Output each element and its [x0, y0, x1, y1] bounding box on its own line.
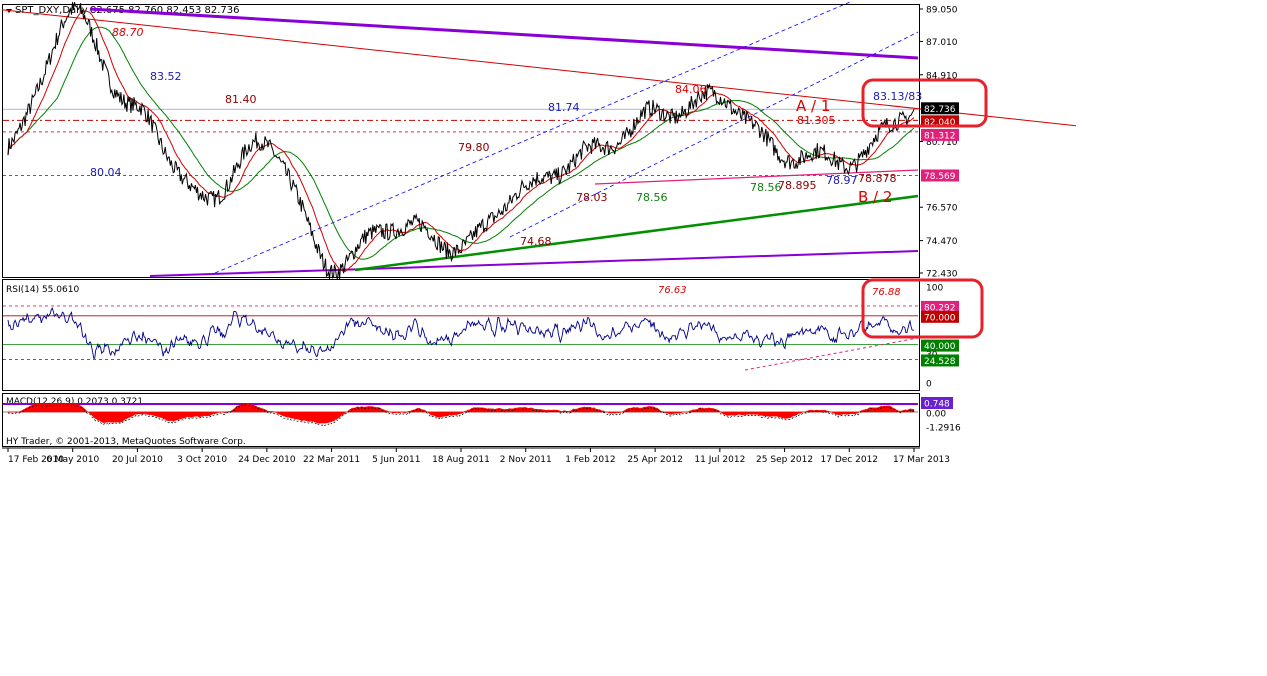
price-annotation: 78.56: [636, 191, 668, 204]
price-annotation: 81.305: [797, 114, 836, 127]
price-annotation: 83.52: [150, 70, 182, 83]
price-annotation: 78.878: [858, 172, 897, 185]
price-annotation: A / 1: [796, 97, 830, 115]
price-annotation: 78.56: [750, 181, 782, 194]
rsi-level-tag-label: 24.528: [924, 357, 956, 367]
time-axis-label: 5 Jun 2011: [372, 455, 420, 465]
price-annotation: 74.68: [520, 235, 552, 248]
price-annotation: 79.80: [458, 141, 490, 154]
price-annotation: B / 2: [858, 188, 892, 206]
time-axis-label: 11 Jul 2012: [694, 455, 745, 465]
time-axis-label: 25 Apr 2012: [627, 455, 683, 465]
rsi-title: RSI(14) 55.0610: [6, 285, 79, 295]
price-annotation: 88.70: [112, 26, 144, 39]
rsi-panel[interactable]: [2, 279, 920, 391]
rsi-annotation: 76.88: [872, 287, 901, 298]
price-axis-label: 72.430: [926, 270, 958, 280]
macd-axis-label: -1.2916: [926, 424, 961, 434]
price-tag-label: 78.569: [924, 172, 956, 182]
price-annotation: 81.74: [548, 101, 580, 114]
price-axis-label: 89.050: [926, 6, 958, 16]
time-axis-label: 1 Feb 2012: [565, 455, 615, 465]
time-axis-label: 17 Dec 2012: [821, 455, 879, 465]
time-axis-label: 20 Jul 2010: [112, 455, 163, 465]
price-annotation: 80.04: [90, 166, 122, 179]
rsi-level-tag-label: 40.000: [924, 342, 956, 352]
rsi-annotation: 76.63: [658, 285, 687, 296]
price-axis-label: 74.470: [926, 237, 958, 247]
macd-tag-label: 0.748: [924, 400, 950, 410]
rsi-axis-label: 0: [926, 380, 932, 390]
chart-window[interactable]: SPT_DXY,Daily 82.675 82.760 82.453 82.73…: [0, 0, 1267, 672]
time-axis-label: 18 Aug 2011: [432, 455, 490, 465]
time-axis-label: 3 Oct 2010: [177, 455, 227, 465]
price-tag-label: 82.736: [924, 105, 956, 115]
price-axis-label: 76.570: [926, 204, 958, 214]
price-annotation: 78.895: [778, 179, 817, 192]
time-axis-label: 22 Mar 2011: [303, 455, 360, 465]
macd-axis-label: 0.00: [926, 410, 946, 420]
price-axis-label: 87.010: [926, 38, 958, 48]
time-axis-label: 17 Mar 2013: [893, 455, 950, 465]
time-axis-label: 6 May 2010: [46, 455, 99, 465]
price-tag-label: 81.312: [924, 131, 956, 141]
time-axis-label: 25 Sep 2012: [756, 455, 813, 465]
price-annotation: 84.06: [675, 83, 707, 96]
time-axis-label: 24 Dec 2010: [238, 455, 296, 465]
price-annotation: 81.40: [225, 93, 257, 106]
price-annotation: 83.13/83: [873, 90, 922, 103]
price-annotation: 78.97: [826, 174, 858, 187]
rsi-level-tag-label: 70.000: [924, 313, 956, 323]
time-axis-label: 2 Nov 2011: [500, 455, 552, 465]
chart-canvas[interactable]: SPT_DXY,Daily 82.675 82.760 82.453 82.73…: [0, 0, 1267, 672]
price-annotation: 78.03: [576, 191, 608, 204]
copyright-footer: HY Trader, © 2001-2013, MetaQuotes Softw…: [6, 437, 246, 447]
rsi-axis-label: 100: [926, 284, 943, 294]
